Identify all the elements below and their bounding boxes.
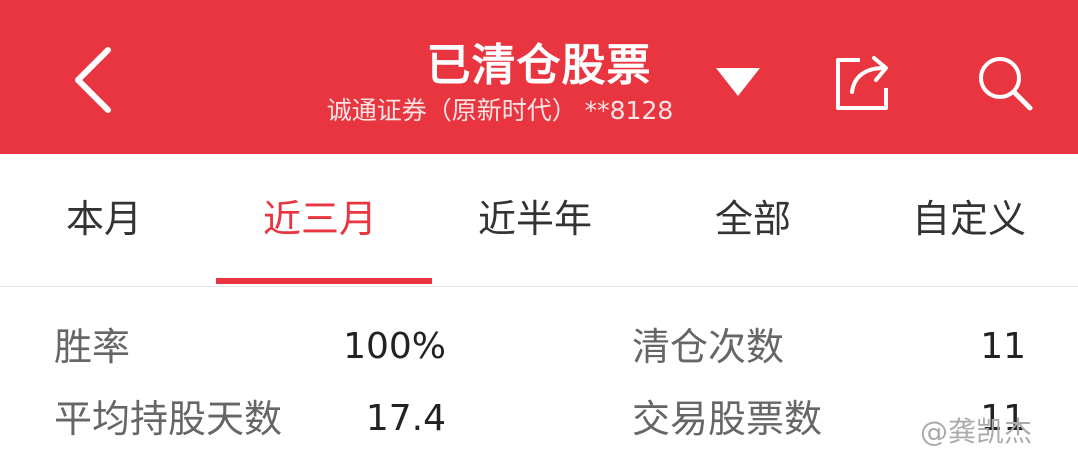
period-tabs: 本月 近三月 近半年 全部 自定义 — [0, 154, 1078, 287]
win-rate-label: 胜率 — [54, 325, 131, 369]
search-button[interactable] — [970, 50, 1040, 116]
tab-last-three-months[interactable]: 近三月 — [263, 194, 377, 244]
tab-last-half-year[interactable]: 近半年 — [478, 194, 592, 244]
tab-this-month[interactable]: 本月 — [66, 194, 142, 244]
avg-hold-days-value: 17.4 — [365, 398, 446, 439]
avg-hold-days-label: 平均持股天数 — [54, 397, 283, 441]
win-rate-value: 100% — [343, 326, 446, 367]
tab-all[interactable]: 全部 — [715, 194, 791, 244]
active-tab-indicator — [216, 278, 432, 284]
dropdown-triangle-icon — [716, 68, 760, 96]
clear-count-label: 清仓次数 — [632, 325, 785, 369]
share-button[interactable] — [830, 52, 896, 112]
tab-custom[interactable]: 自定义 — [912, 194, 1026, 244]
account-dropdown-button[interactable] — [710, 62, 766, 102]
account-subtitle: 诚通证券（原新时代） **8128 — [326, 96, 674, 125]
app-header: 已清仓股票 诚通证券（原新时代） **8128 — [0, 0, 1078, 154]
weibo-watermark: @龚凯杰 — [920, 415, 1033, 448]
clear-count-value: 11 — [980, 326, 1026, 367]
traded-stocks-label: 交易股票数 — [632, 397, 823, 441]
search-icon — [979, 57, 1033, 111]
page-title: 已清仓股票 — [426, 40, 652, 91]
share-icon — [836, 56, 888, 110]
